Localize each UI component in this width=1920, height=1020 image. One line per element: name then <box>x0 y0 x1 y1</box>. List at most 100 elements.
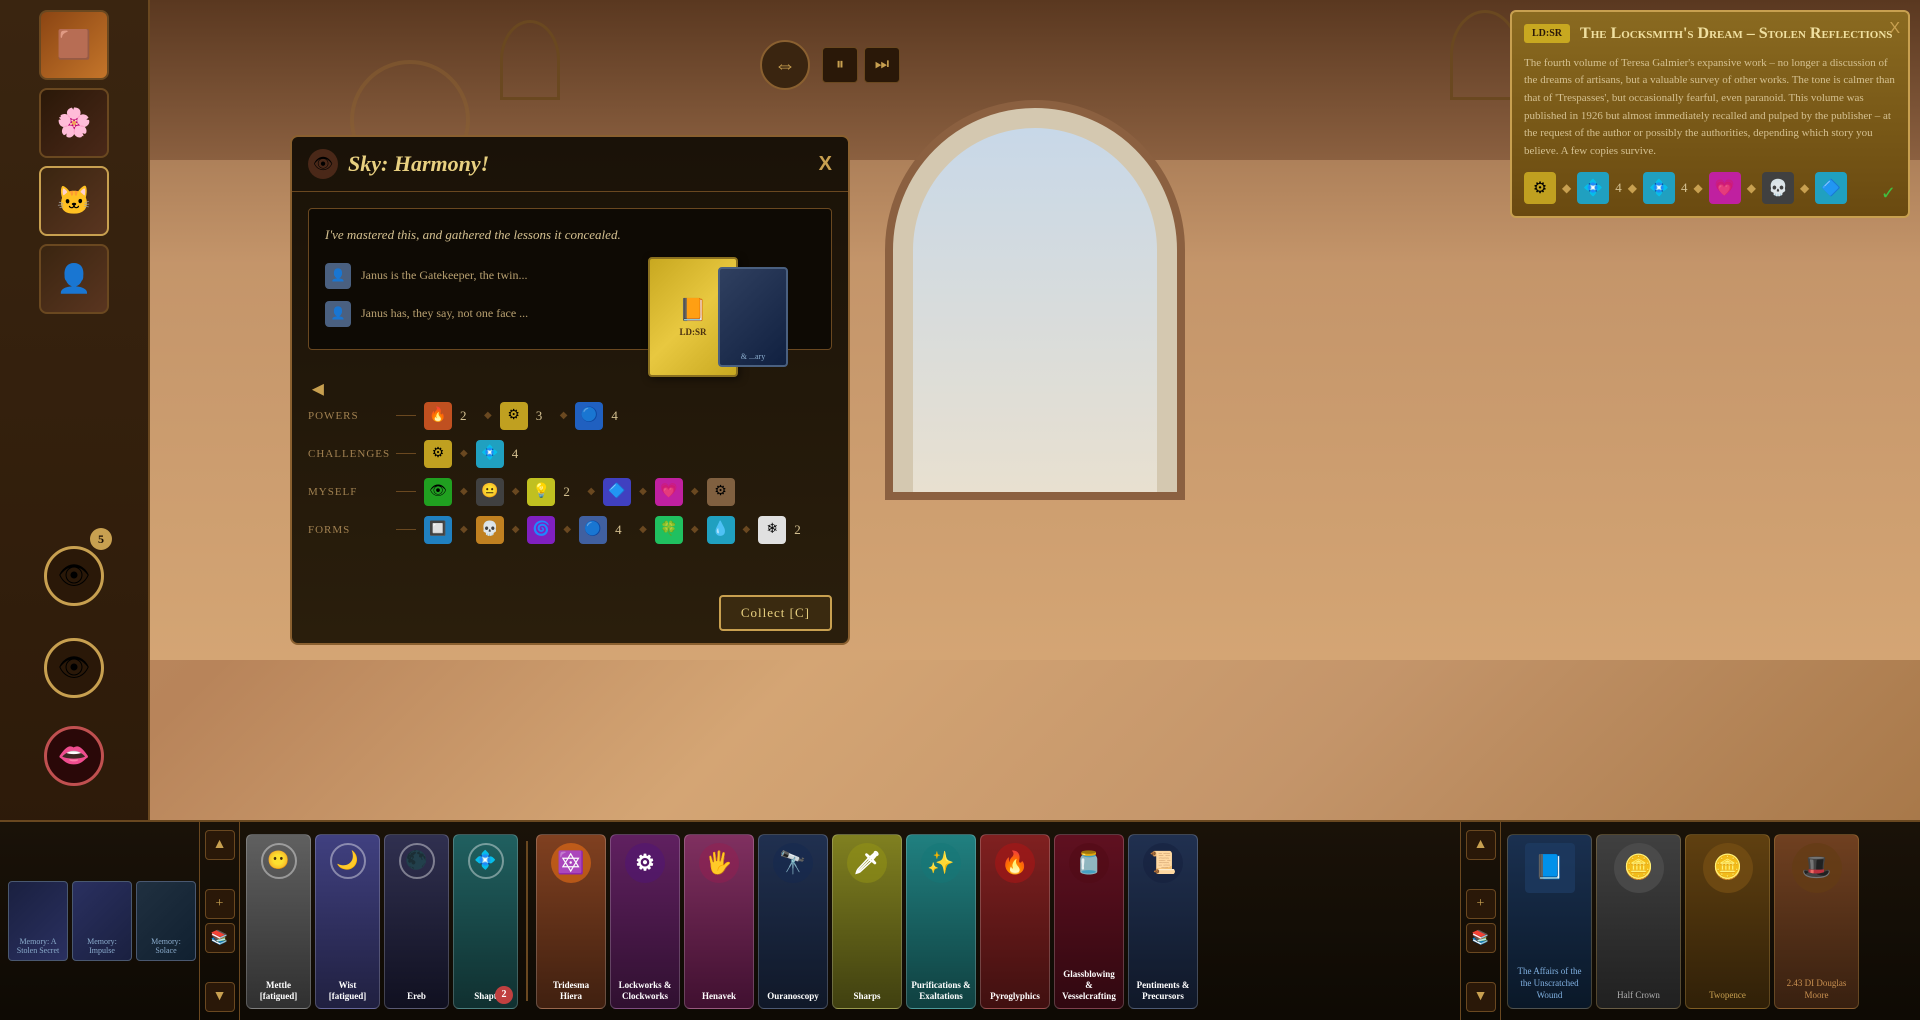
purifications-label: Purifications & Exaltations <box>907 980 975 1002</box>
sidebar-eye-2[interactable]: 👁 <box>44 638 104 698</box>
forms-icon-3[interactable]: 🌀 <box>527 516 555 544</box>
list-item-2-icon: 👤 <box>325 301 351 327</box>
forms-icon-7[interactable]: ❄ <box>758 516 786 544</box>
challenges-icon-2[interactable]: 💠 <box>476 440 504 468</box>
myself-icon-6[interactable]: ⚙ <box>707 478 735 506</box>
book-card-secondary[interactable]: & ...ary <box>718 267 788 367</box>
skill-tridesma[interactable]: 🔯 Tridesma Hiera <box>536 834 606 1009</box>
pentiments-label: Pentiments & Precursors <box>1129 980 1197 1002</box>
dialog-close-button[interactable]: X <box>819 153 832 176</box>
challenges-diamond: ◆ <box>460 448 468 459</box>
panel-divider-2: ◆ <box>1628 181 1637 196</box>
skill-lockworks[interactable]: ⚙ Lockworks & Clockworks <box>610 834 680 1009</box>
nav-arrow-up-left[interactable]: ▲ <box>205 830 235 860</box>
wist-label: Wist [fatigued] <box>316 980 379 1002</box>
memory-card-3[interactable]: Memory: Solace <box>136 881 196 961</box>
mettle-label: Mettle [fatigued] <box>247 980 310 1002</box>
powers-diamond-1: ◆ <box>484 410 492 421</box>
skill-card-wist[interactable]: 🌙 Wist [fatigued] <box>315 834 380 1009</box>
book-icon-btn-right[interactable]: 📚 <box>1466 923 1496 953</box>
person-icon: 👤 <box>331 268 346 283</box>
add-icon-btn-right[interactable]: + <box>1466 889 1496 919</box>
powers-icon-1[interactable]: 🔥 <box>424 402 452 430</box>
toolbar-gear-btn-1[interactable]: ⇔ <box>760 40 810 90</box>
forms-diamond-6: ◆ <box>743 524 751 535</box>
skill-sharps[interactable]: 🗡 Sharps <box>832 834 902 1009</box>
skill-glassblowing[interactable]: 🫙 Glassblowing & Vesselcrafting <box>1054 834 1124 1009</box>
skill-henavek[interactable]: 🖐 Henavek <box>684 834 754 1009</box>
book-panel-close-button[interactable]: X <box>1889 20 1900 38</box>
card-display-area: 📙 LD:SR & ...ary <box>628 217 808 417</box>
forms-icon-5[interactable]: 🍀 <box>655 516 683 544</box>
sidebar-card-1[interactable]: 🟫 <box>39 10 109 80</box>
forms-diamond-5: ◆ <box>691 524 699 535</box>
pause-button[interactable]: ⏸ <box>822 47 858 83</box>
add-icon-btn[interactable]: + <box>205 889 235 919</box>
forms-icon-1[interactable]: 🔲 <box>424 516 452 544</box>
forms-icon-4[interactable]: 🔵 <box>579 516 607 544</box>
myself-icon-2[interactable]: 😐 <box>476 478 504 506</box>
panel-icon-6[interactable]: 🔷 <box>1815 172 1847 204</box>
myself-diamond-2: ◆ <box>512 486 520 497</box>
book-card-label: LD:SR <box>679 327 706 337</box>
panel-icon-2[interactable]: 💠 <box>1577 172 1609 204</box>
inventory-card-twopence[interactable]: 🪙 Twopence <box>1685 834 1770 1009</box>
powers-icon-2[interactable]: ⚙ <box>500 402 528 430</box>
stat-rows: Powers 🔥 2 ◆ ⚙ 3 ◆ 🔵 4 Challenges ⚙ ◆ 💠 … <box>292 392 848 564</box>
powers-icon-3[interactable]: 🔵 <box>575 402 603 430</box>
lockworks-icon: ⚙ <box>625 843 665 883</box>
myself-icon-1[interactable]: 👁 <box>424 478 452 506</box>
inventory-card-moore[interactable]: 🎩 2.43 DI Douglas Moore <box>1774 834 1859 1009</box>
myself-icon-4[interactable]: 🔷 <box>603 478 631 506</box>
skill-card-ereb[interactable]: 🌑 Ereb <box>384 834 449 1009</box>
inventory-card-halfcrown[interactable]: 🪙 Half Crown <box>1596 834 1681 1009</box>
forward-icon: ⏭ <box>875 56 889 74</box>
book-icon-btn[interactable]: 📚 <box>205 923 235 953</box>
sidebar-eye-icon[interactable]: 👁 <box>44 546 104 606</box>
panel-icon-5[interactable]: 💀 <box>1762 172 1794 204</box>
dialog-nav-arrow[interactable]: ◄ <box>308 379 328 402</box>
panel-icon-1[interactable]: ⚙ <box>1524 172 1556 204</box>
bottom-left-cards: Memory: A Stolen Secret Memory: Impulse … <box>0 822 200 1020</box>
sidebar-card-2[interactable]: 🌸 <box>39 88 109 158</box>
book-badge: LD:SR <box>1524 24 1570 43</box>
wist-face: 🌙 <box>330 843 366 879</box>
panel-icon-3[interactable]: 💠 <box>1643 172 1675 204</box>
sidebar-card-3[interactable]: 🐱 <box>39 166 109 236</box>
powers-divider <box>396 415 416 416</box>
sidebar-lip-icon[interactable]: 👄 <box>44 726 104 786</box>
collect-button[interactable]: Collect [C] <box>719 595 832 631</box>
bottom-nav-left: ▲ + 📚 ▼ <box>200 822 240 1020</box>
ereb-label: Ereb <box>403 991 430 1002</box>
myself-diamond-3: ◆ <box>587 486 595 497</box>
inventory-card-affairs[interactable]: 📘 The Affairs of the the Unscratched Wou… <box>1507 834 1592 1009</box>
myself-icon-3[interactable]: 💡 <box>527 478 555 506</box>
skill-pyroglyphics[interactable]: 🔥 Pyroglyphics <box>980 834 1050 1009</box>
forms-icon-6[interactable]: 💧 <box>707 516 735 544</box>
challenges-icon-1[interactable]: ⚙ <box>424 440 452 468</box>
forms-icon-2[interactable]: 💀 <box>476 516 504 544</box>
forward-button[interactable]: ⏭ <box>864 47 900 83</box>
powers-diamond-2: ◆ <box>560 410 568 421</box>
moore-card-label: 2.43 DI Douglas Moore <box>1775 978 1858 1001</box>
panel-icon-4[interactable]: 💗 <box>1709 172 1741 204</box>
skill-card-mettle[interactable]: 😶 Mettle [fatigued] <box>246 834 311 1009</box>
sidebar-card-4[interactable]: 👤 <box>39 244 109 314</box>
myself-icon-5[interactable]: 💗 <box>655 478 683 506</box>
skill-pentiments[interactable]: 📜 Pentiments & Precursors <box>1128 834 1198 1009</box>
list-item-1-text: Janus is the Gatekeeper, the twin... <box>361 268 527 283</box>
nav-arrow-up-right[interactable]: ▲ <box>1466 830 1496 860</box>
affairs-card-icon: 📘 <box>1525 843 1575 893</box>
list-item-2-text: Janus has, they say, not one face ... <box>361 306 528 321</box>
bottom-nav-right: ▲ + 📚 ▼ <box>1460 822 1500 1020</box>
memory-card-2[interactable]: Memory: Impulse <box>72 881 132 961</box>
book-panel-description: The fourth volume of Teresa Galmier's ex… <box>1524 55 1896 161</box>
skill-ouranoscopy[interactable]: 🔭 Ouranoscopy <box>758 834 828 1009</box>
nav-arrow-down-right[interactable]: ▼ <box>1466 982 1496 1012</box>
sidebar-card-1-icon: 🟫 <box>57 28 92 62</box>
skill-purifications[interactable]: ✨ Purifications & Exaltations <box>906 834 976 1009</box>
memory-card-1[interactable]: Memory: A Stolen Secret <box>8 881 68 961</box>
skill-card-shapt[interactable]: 💠 Shapt 2 <box>453 834 518 1009</box>
nav-arrow-down-left[interactable]: ▼ <box>205 982 235 1012</box>
forms-diamond-3: ◆ <box>563 524 571 535</box>
